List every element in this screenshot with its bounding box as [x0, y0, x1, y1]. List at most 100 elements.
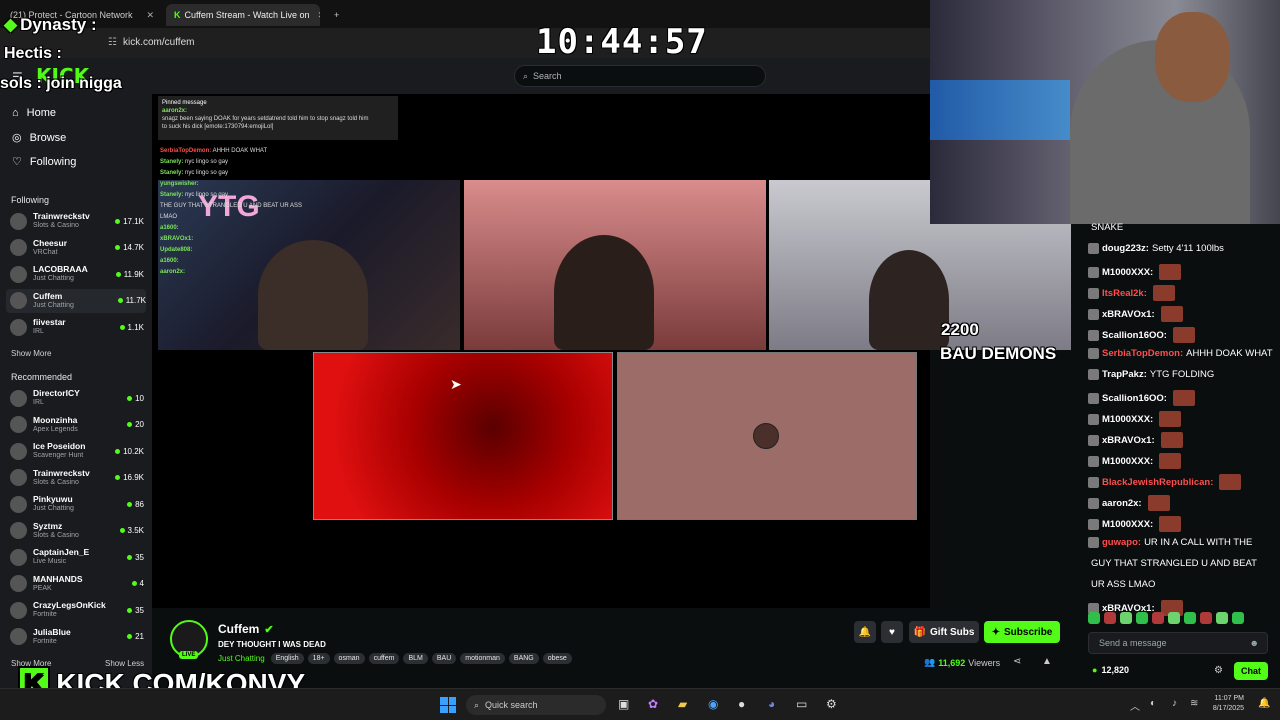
- chat-username[interactable]: Scallion16OO:: [1102, 393, 1167, 404]
- follow-heart-button[interactable]: ♥: [881, 621, 903, 643]
- settings-app-icon[interactable]: ⚙: [826, 697, 837, 711]
- tray-chevron-icon[interactable]: ︿: [1130, 698, 1140, 713]
- chat-username[interactable]: M1000XXX:: [1102, 456, 1153, 467]
- emote-picker-icon[interactable]: [1152, 612, 1164, 624]
- video-player[interactable]: YTG 2200 ➤: [152, 94, 1071, 608]
- viewer-count: 👥 11,692 Viewers: [924, 657, 1001, 668]
- terminal-icon[interactable]: ▭: [796, 697, 807, 711]
- chat-username[interactable]: M1000XXX:: [1102, 519, 1153, 530]
- chat-username[interactable]: xBRAVOx1:: [1102, 435, 1155, 446]
- wifi-icon[interactable]: ≋: [1190, 698, 1198, 709]
- sidebar-channel-fiivestar[interactable]: fiivestar IRL 1.1K: [10, 315, 144, 339]
- chat-username[interactable]: TrapPakz:: [1102, 369, 1147, 380]
- emote-picker-icon[interactable]: [1136, 612, 1148, 624]
- nav-following[interactable]: ♡ Following: [12, 155, 76, 169]
- stream-tag[interactable]: BAU: [431, 653, 457, 664]
- browser-tab-cuffem[interactable]: K Cuffem Stream - Watch Live on✕: [166, 4, 320, 26]
- chat-send-button[interactable]: Chat: [1234, 662, 1268, 680]
- emoji-icon[interactable]: ☻: [1250, 638, 1259, 648]
- search-input[interactable]: ⌕ Search: [514, 65, 766, 87]
- chat-username[interactable]: Scallion16OO:: [1102, 330, 1167, 341]
- sidebar-channel-moonzinha[interactable]: Moonzinha Apex Legends 20: [10, 413, 144, 437]
- site-info-icon[interactable]: ☷: [108, 37, 117, 48]
- clock[interactable]: 11:07 PM 8/17/2025: [1208, 694, 1244, 714]
- github-icon[interactable]: ●: [738, 697, 745, 711]
- chat-username[interactable]: BlackJewishRepublican:: [1102, 477, 1213, 488]
- share-icon[interactable]: ⋖: [1013, 656, 1021, 667]
- compass-icon: ◎: [12, 132, 22, 144]
- stream-tag[interactable]: cuffem: [368, 653, 400, 664]
- emote-picker-icon[interactable]: [1232, 612, 1244, 624]
- chat-username[interactable]: aaron2x:: [1102, 498, 1142, 509]
- sidebar-channel-ice poseidon[interactable]: Ice Poseidon Scavenger Hunt 10.2K: [10, 439, 144, 463]
- streamer-name[interactable]: Cuffem: [218, 622, 259, 636]
- nav-browse[interactable]: ◎ Browse: [12, 131, 66, 145]
- chrome-icon[interactable]: ◉: [708, 697, 718, 711]
- streamer-name-row[interactable]: Cuffem ✔: [218, 622, 274, 636]
- close-icon[interactable]: ✕: [310, 10, 320, 21]
- stream-tag[interactable]: osman: [333, 653, 365, 664]
- windows-start-icon[interactable]: [440, 697, 456, 713]
- show-more-following[interactable]: Show More: [11, 349, 51, 358]
- mic-icon[interactable]: ♪: [1172, 698, 1177, 709]
- stream-tag[interactable]: obese: [542, 653, 572, 664]
- bell-icon[interactable]: 🔔: [854, 621, 876, 643]
- chat-username[interactable]: ItsReal2k:: [1102, 288, 1147, 299]
- subscribe-button[interactable]: ✦ Subscribe: [984, 621, 1060, 643]
- sidebar-channel-trainwreckstv[interactable]: Trainwreckstv Slots & Casino 17.1K: [10, 209, 144, 233]
- chat-username[interactable]: M1000XXX:: [1102, 414, 1153, 425]
- stream-tag[interactable]: BANG: [508, 653, 539, 664]
- chat-username[interactable]: SerbiaTopDemon:: [1102, 348, 1183, 359]
- sidebar-channel-pinkyuwu[interactable]: Pinkyuwu Just Chatting 86: [10, 492, 144, 516]
- stream-tag[interactable]: English: [270, 653, 304, 664]
- sidebar-channel-cheesur[interactable]: Cheesur VRChat 14.7K: [10, 236, 144, 260]
- gift-subs-button[interactable]: 🎁 Gift Subs: [909, 621, 979, 643]
- stream-tag[interactable]: 18+: [307, 653, 330, 664]
- search-icon: ⌕: [474, 699, 480, 710]
- viewer-count: 10.2K: [115, 447, 144, 456]
- emote-picker-icon[interactable]: [1216, 612, 1228, 624]
- channel-points[interactable]: ● 12,820: [1092, 665, 1129, 675]
- nav-home[interactable]: ⌂ Home: [12, 107, 56, 119]
- sidebar-channel-lacobraaa[interactable]: LACOBRAAA Just Chatting 11.9K: [10, 262, 144, 286]
- discord-icon[interactable]: ◕: [768, 697, 775, 711]
- category-link[interactable]: Just Chatting: [218, 654, 265, 663]
- sidebar-channel-cuffem[interactable]: Cuffem Just Chatting 11.7K: [6, 288, 146, 313]
- emote-picker-icon[interactable]: [1200, 612, 1212, 624]
- sidebar-channel-manhands[interactable]: MANHANDS PEAK 4: [10, 572, 144, 596]
- new-tab-button[interactable]: +: [326, 4, 346, 26]
- chat-text: SNAKE: [1091, 222, 1124, 233]
- tray-app-icon[interactable]: ◐: [1150, 698, 1156, 709]
- chat-message: M1000XXX:: [1088, 453, 1182, 469]
- report-icon[interactable]: ▲: [1042, 656, 1052, 667]
- sidebar-channel-trainwreckstv[interactable]: Trainwreckstv Slots & Casino 16.9K: [10, 466, 144, 490]
- sidebar-channel-juliablue[interactable]: JuliaBlue Fortnite 21: [10, 625, 144, 649]
- emote-picker-icon[interactable]: [1184, 612, 1196, 624]
- notification-icon[interactable]: 🔔: [1258, 698, 1270, 709]
- address-bar[interactable]: ☷ kick.com/cuffem: [108, 33, 528, 51]
- search-icon: ⌕: [523, 70, 529, 81]
- emote-picker-icon[interactable]: [1088, 612, 1100, 624]
- emote-picker-icon[interactable]: [1168, 612, 1180, 624]
- folder-icon[interactable]: ▰: [678, 697, 687, 711]
- copilot-icon[interactable]: ✿: [648, 697, 658, 711]
- stream-tag[interactable]: motionman: [460, 653, 505, 664]
- sidebar-channel-directoricy[interactable]: DirectorICY IRL 10: [10, 386, 144, 410]
- emote-picker-icon[interactable]: [1120, 612, 1132, 624]
- sidebar-channel-syztmz[interactable]: Syztmz Slots & Casino 3.5K: [10, 519, 144, 543]
- emote-picker-icon[interactable]: [1104, 612, 1116, 624]
- chat-input[interactable]: Send a message ☻: [1088, 632, 1268, 654]
- taskbar-search[interactable]: ⌕ Quick search: [466, 695, 606, 715]
- sidebar-channel-captainjen_e[interactable]: CaptainJen_E Live Music 35: [10, 545, 144, 569]
- chat-username[interactable]: guwapo:: [1102, 537, 1141, 548]
- chat-username[interactable]: M1000XXX:: [1102, 267, 1153, 278]
- channel-category: Slots & Casino: [33, 222, 79, 229]
- close-icon[interactable]: ✕: [138, 10, 154, 21]
- task-view-icon[interactable]: ▣: [618, 697, 629, 711]
- chat-username[interactable]: doug223z:: [1102, 243, 1149, 254]
- stream-tag[interactable]: BLM: [403, 653, 428, 664]
- chat-message: Scallion16OO:: [1088, 390, 1195, 406]
- chat-username[interactable]: xBRAVOx1:: [1102, 309, 1155, 320]
- sidebar-channel-crazylegsonkick[interactable]: CrazyLegsOnKick Fortnite 35: [10, 598, 144, 622]
- gear-icon[interactable]: ⚙: [1214, 665, 1223, 676]
